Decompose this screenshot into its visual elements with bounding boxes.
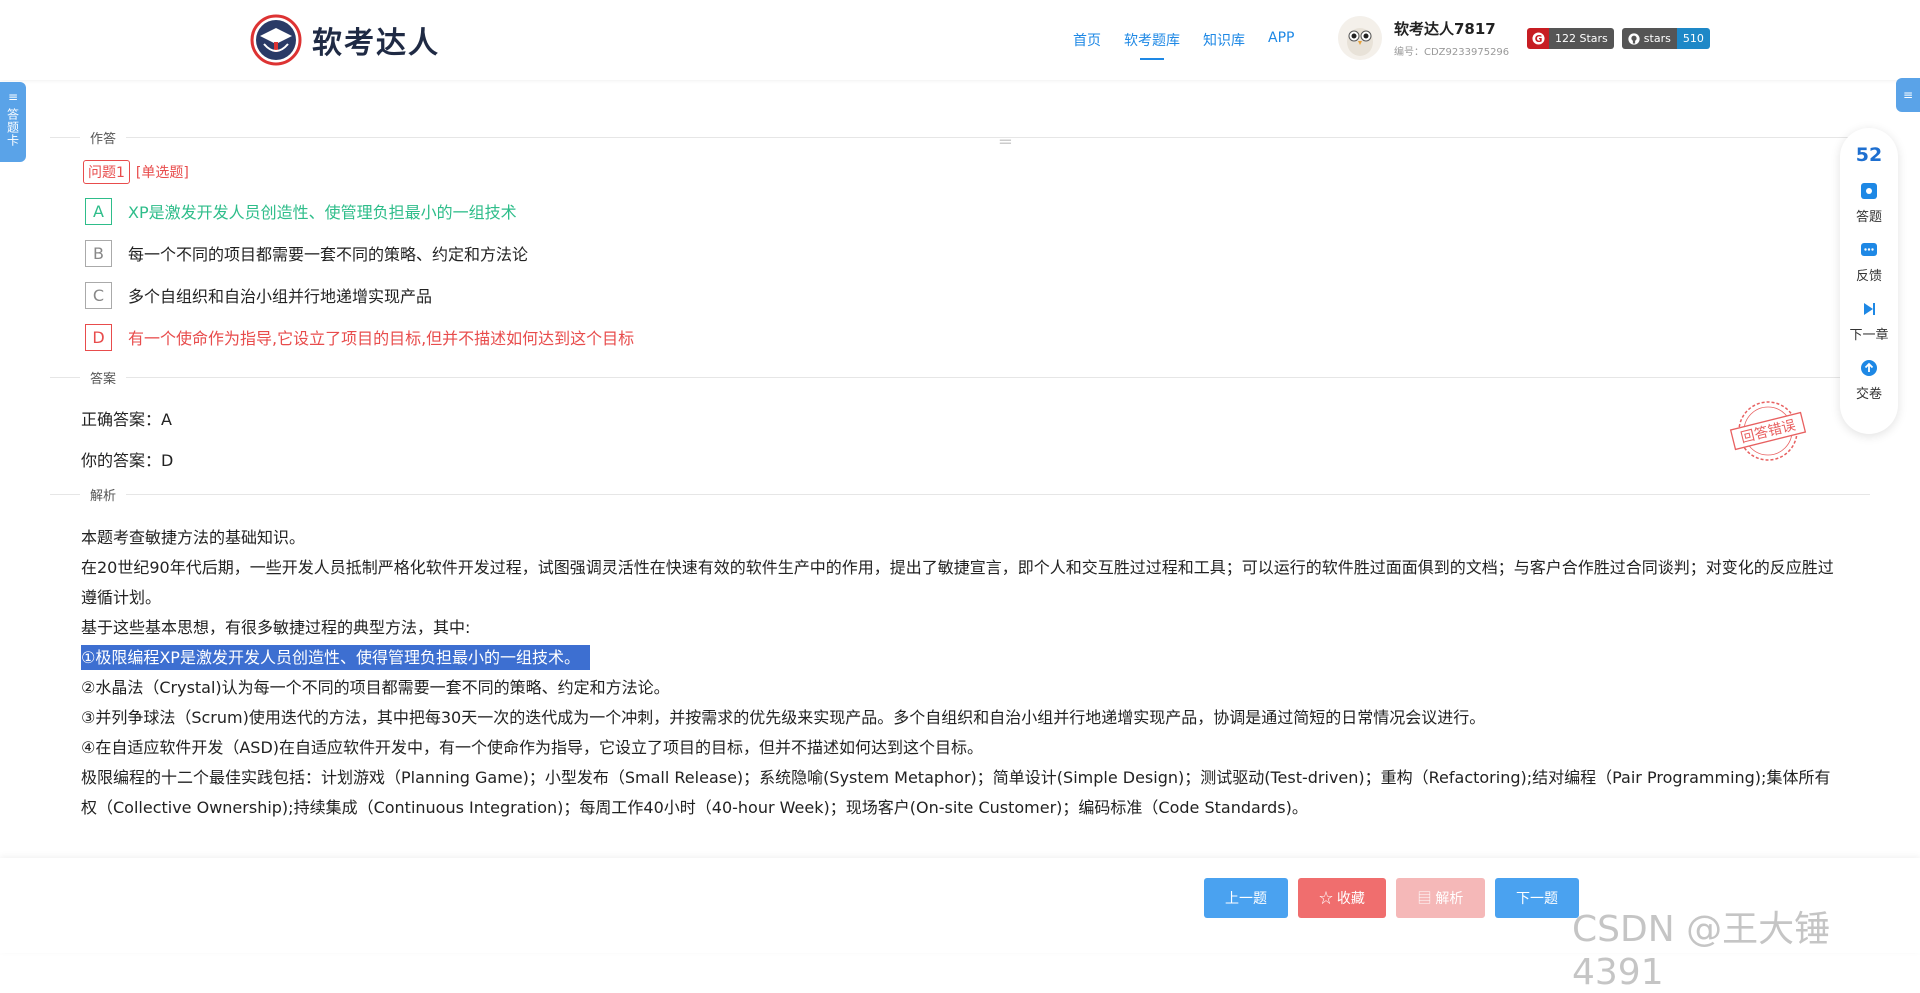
- nav-app[interactable]: APP: [1268, 30, 1294, 50]
- analysis-paragraph: 本题考查敏捷方法的基础知识。: [81, 528, 306, 547]
- answer-card-tab[interactable]: ≡ 答题卡: [0, 82, 26, 162]
- analysis-paragraph: ④在自适应软件开发（ASD)在自适应软件开发中，有一个使命作为指导，它设立了项目…: [81, 738, 984, 757]
- right-menu-tab[interactable]: ≡: [1896, 78, 1920, 112]
- answer-sheet-label: 答题: [1855, 210, 1882, 225]
- selected-text: ①极限编程XP是激发开发人员创造性、使得管理负担最小的一组技术。: [81, 645, 590, 670]
- feedback-icon: [1859, 240, 1879, 260]
- wrong-answer-stamp: 回答错误: [1729, 401, 1807, 461]
- option-key: C: [85, 281, 112, 309]
- section-label: 作答: [80, 128, 127, 147]
- gitee-stars-badge[interactable]: G 122 Stars: [1527, 28, 1614, 49]
- analysis-section-title: 解析: [50, 477, 1870, 507]
- nav-knowledge[interactable]: 知识库: [1203, 30, 1245, 50]
- option-key: B: [85, 239, 112, 267]
- option-key: D: [85, 323, 112, 351]
- analysis-paragraph: 极限编程的十二个最佳实践包括：计划游戏（Planning Game)；小型发布（…: [81, 768, 1831, 817]
- question-type-tag: [单选题]: [135, 165, 189, 181]
- analysis-paragraph: ③并列争球法（Scrum)使用迭代的方法，其中把每30天一次的迭代成为一个冲刺，…: [81, 708, 1486, 727]
- drag-handle-icon[interactable]: ═: [1000, 132, 1011, 153]
- answer-card-label: 答题卡: [5, 108, 20, 147]
- result-section-title: 答案: [50, 360, 1870, 390]
- analysis-paragraph: 基于这些基本思想，有很多敏捷过程的典型方法，其中:: [81, 618, 471, 637]
- answer-sheet-button[interactable]: 答题: [1856, 181, 1882, 225]
- gitee-icon: G: [1527, 28, 1549, 49]
- github-icon: [1628, 32, 1640, 45]
- analysis-button[interactable]: ▤ 解析: [1396, 878, 1485, 918]
- option-text: 有一个使命作为指导,它设立了项目的目标,但并不描述如何达到这个目标: [128, 329, 635, 348]
- logo-icon: [250, 14, 302, 66]
- owl-avatar-icon: [1338, 16, 1382, 60]
- repo-badges: G 122 Stars stars 510: [1527, 28, 1718, 49]
- feedback-label: 反馈: [1855, 269, 1882, 284]
- your-answer: 你的答案：D: [81, 447, 1870, 471]
- section-label: 解析: [80, 485, 127, 504]
- feedback-button[interactable]: 反馈: [1856, 240, 1882, 284]
- nav-home[interactable]: 首页: [1073, 30, 1101, 50]
- analysis-paragraph: 在20世纪90年代后期，一些开发人员抵制严格化软件开发过程，试图强调灵活性在快速…: [81, 558, 1834, 607]
- question-tags: 问题1 [单选题]: [83, 160, 1870, 184]
- answer-section-title: 作答 ═: [50, 120, 1870, 153]
- upload-icon: [1859, 358, 1879, 378]
- option-key: A: [85, 197, 112, 225]
- your-answer-value: D: [161, 451, 174, 470]
- option-text: 每一个不同的项目都需要一套不同的策略、约定和方法论: [128, 245, 529, 264]
- submit-paper-label: 交卷: [1855, 387, 1882, 402]
- option-c[interactable]: C 多个自组织和自治小组并行地递增实现产品: [85, 280, 1870, 310]
- correct-answer-value: A: [161, 410, 172, 429]
- question-number-tag: 问题1: [83, 160, 130, 184]
- analysis-paragraph-highlighted: ①极限编程XP是激发开发人员创造性、使得管理负担最小的一组技术。: [81, 643, 1841, 673]
- option-d[interactable]: D 有一个使命作为指导,它设立了项目的目标,但并不描述如何达到这个目标: [85, 322, 1870, 352]
- github-stars-count: 510: [1676, 28, 1710, 49]
- section-label: 答案: [80, 368, 127, 387]
- option-a[interactable]: A XP是激发开发人员创造性、使管理负担最小的一组技术: [85, 196, 1870, 226]
- bottom-bar: 上一题 ☆ 收藏 ▤ 解析 下一题 CSDN @王大锤4391: [0, 858, 1920, 993]
- main-content: 作答 ═ 问题1 [单选题] A XP是激发开发人员创造性、使管理负担最小的一组…: [50, 120, 1870, 823]
- user-name: 软考达人7817: [1394, 20, 1496, 38]
- avatar[interactable]: [1338, 16, 1382, 60]
- logo-text: 软考达人: [312, 26, 440, 61]
- correct-answer: 正确答案：A: [81, 406, 1870, 430]
- csdn-watermark: CSDN @王大锤4391: [1572, 909, 1831, 993]
- next-chapter-button[interactable]: 下一章: [1849, 299, 1889, 343]
- option-b[interactable]: B 每一个不同的项目都需要一套不同的策略、约定和方法论: [85, 238, 1870, 268]
- your-answer-label: 你的答案：: [81, 451, 162, 470]
- question-count: 52: [1855, 144, 1883, 166]
- prev-question-button[interactable]: 上一题: [1204, 878, 1288, 918]
- github-label-text: stars: [1643, 32, 1671, 45]
- gitee-stars-count: 122 Stars: [1549, 28, 1614, 49]
- user-id: 编号：CDZ9233975296: [1394, 47, 1510, 58]
- menu-icon: ≡: [1902, 88, 1914, 102]
- user-profile[interactable]: 软考达人7817 编号：CDZ9233975296: [1338, 16, 1509, 60]
- correct-answer-label: 正确答案：: [81, 410, 162, 429]
- floating-toolbar: 52 答题 反馈 下一章 交卷: [1840, 128, 1898, 434]
- github-stars-badge[interactable]: stars 510: [1621, 28, 1710, 49]
- analysis-body: 本题考查敏捷方法的基础知识。 在20世纪90年代后期，一些开发人员抵制严格化软件…: [81, 523, 1841, 823]
- option-text: XP是激发开发人员创造性、使管理负担最小的一组技术: [128, 203, 517, 222]
- skip-next-icon: [1859, 299, 1879, 319]
- main-nav: 首页 软考题库 知识库 APP: [1073, 30, 1317, 60]
- menu-icon: ≡: [7, 90, 19, 104]
- logo[interactable]: 软考达人: [250, 14, 440, 66]
- next-question-button[interactable]: 下一题: [1495, 878, 1579, 918]
- github-stars-label: stars: [1621, 28, 1677, 49]
- nav-question-bank[interactable]: 软考题库: [1124, 30, 1180, 60]
- submit-paper-button[interactable]: 交卷: [1856, 358, 1882, 402]
- option-text: 多个自组织和自治小组并行地递增实现产品: [128, 287, 433, 306]
- favorite-button[interactable]: ☆ 收藏: [1298, 878, 1386, 918]
- next-chapter-label: 下一章: [1849, 328, 1889, 343]
- analysis-paragraph: ②水晶法（Crystal)认为每一个不同的项目都需要一套不同的策略、约定和方法论…: [81, 678, 670, 697]
- answer-sheet-icon: [1859, 181, 1879, 201]
- header: 软考达人 首页 软考题库 知识库 APP 软考达人7817 编号：CDZ9233…: [0, 0, 1920, 80]
- svg-text:G: G: [1534, 34, 1542, 45]
